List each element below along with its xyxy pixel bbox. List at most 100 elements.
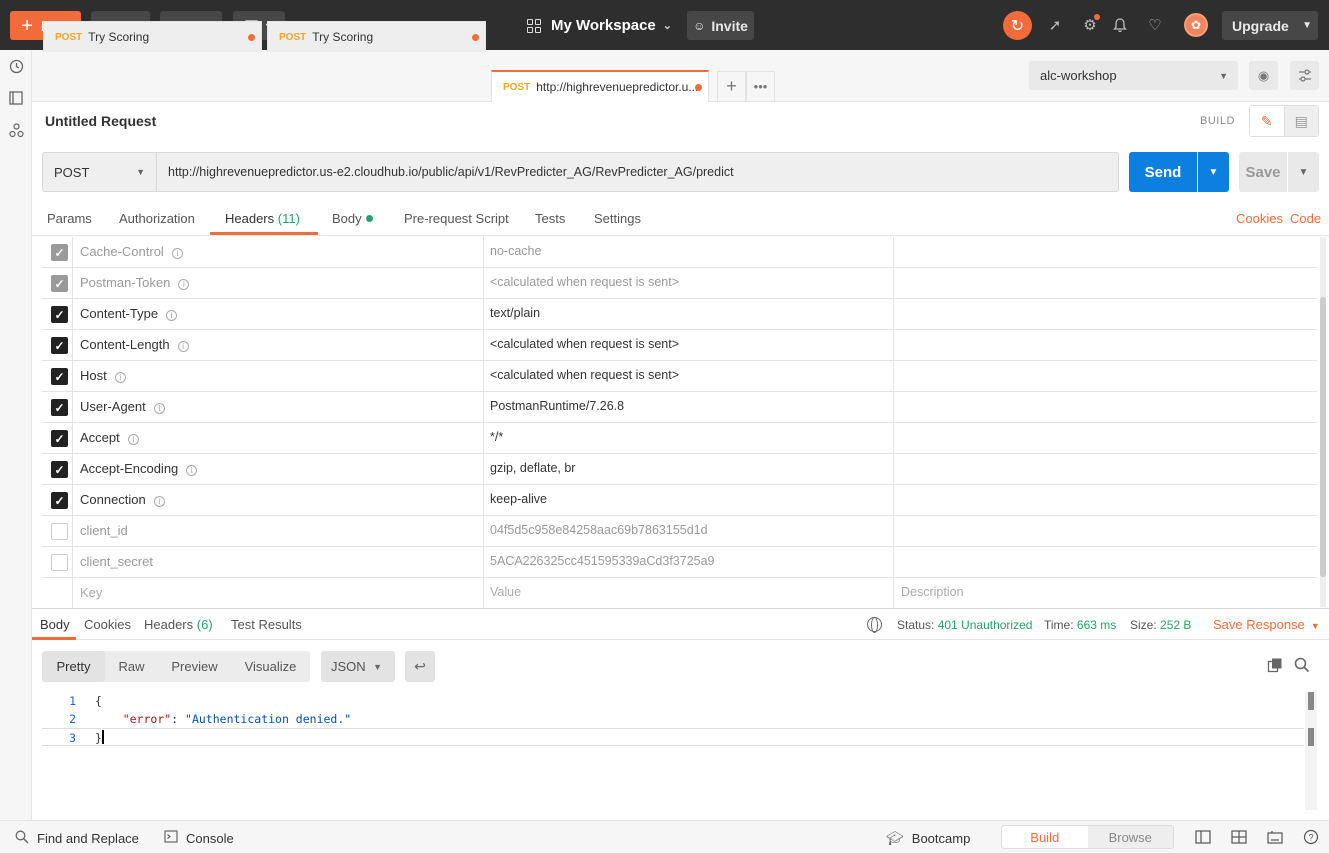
info-icon[interactable]: i — [166, 310, 178, 321]
info-icon[interactable]: i — [178, 279, 190, 290]
format-visualize[interactable]: Visualize — [231, 651, 310, 682]
table-row: ✓ Content-Type i text/plain — [42, 299, 1317, 330]
response-tab-body[interactable]: Body — [40, 617, 70, 632]
wrap-lines-icon[interactable]: ↩ — [405, 651, 435, 682]
info-icon[interactable]: i — [186, 465, 198, 476]
scrollbar[interactable] — [1320, 237, 1326, 607]
heart-icon[interactable]: ♡ — [1145, 15, 1165, 35]
eye-icon[interactable]: ◉ — [1249, 61, 1278, 90]
checkbox[interactable]: ✓ — [51, 461, 68, 478]
search-icon[interactable] — [1294, 657, 1310, 673]
checkbox[interactable]: ✓ — [51, 430, 68, 447]
table-row: ✓ Postman-Token i <calculated when request … — [42, 268, 1317, 299]
active-tab-underline — [32, 637, 76, 640]
info-icon[interactable]: i — [171, 248, 183, 259]
checkbox[interactable]: ✓ — [51, 244, 68, 261]
plus-icon: + — [21, 14, 33, 37]
more-tabs-button[interactable]: ••• — [746, 71, 775, 102]
info-icon[interactable]: i — [153, 403, 165, 414]
interceptor-icon[interactable]: ➚ — [1045, 15, 1065, 35]
build-mode-button[interactable]: Build — [1002, 826, 1088, 848]
response-tab-headers[interactable]: Headers (6) — [144, 617, 213, 632]
info-icon[interactable]: i — [153, 496, 165, 507]
table-row: ✓ User-Agent i PostmanRuntime/7.26.8 — [42, 392, 1317, 423]
method-select[interactable]: POST ▼ — [42, 152, 157, 192]
layout-icon[interactable] — [1231, 829, 1247, 845]
search-icon — [15, 830, 29, 847]
find-replace-button[interactable]: Find and Replace — [15, 830, 139, 847]
globe-icon[interactable] — [867, 617, 882, 633]
tab-params[interactable]: Params — [47, 211, 92, 226]
tab-tests[interactable]: Tests — [535, 211, 565, 226]
request-tab-active[interactable]: POST http://highrevenuepredictor.u... — [491, 70, 709, 102]
url-input[interactable]: http://highrevenuepredictor.us-e2.cloudh… — [157, 152, 1119, 192]
avatar[interactable]: ✿ — [1184, 13, 1208, 37]
scrollbar[interactable] — [1305, 692, 1317, 810]
request-tab[interactable]: POST Try Scoring — [43, 21, 262, 52]
format-preview[interactable]: Preview — [158, 651, 231, 682]
keyboard-icon[interactable] — [1267, 829, 1283, 845]
apis-icon[interactable] — [7, 121, 25, 139]
invite-button[interactable]: ☺ Invite — [687, 11, 754, 40]
status-value[interactable]: 401 Unauthorized — [938, 618, 1033, 632]
environment-select[interactable]: alc-workshop ▼ — [1029, 61, 1238, 90]
table-row: ✓ Cache-Control i no-cache — [42, 237, 1317, 268]
save-button[interactable]: Save — [1239, 152, 1287, 192]
response-tab-cookies[interactable]: Cookies — [84, 617, 131, 632]
tab-settings[interactable]: Settings — [594, 211, 641, 226]
comment-icon[interactable]: ▤ — [1284, 106, 1318, 136]
info-icon[interactable]: i — [114, 372, 126, 383]
table-row: ✓ Content-Length i <calculated when request… — [42, 330, 1317, 361]
workspace-switcher[interactable]: My Workspace ⌄ — [527, 11, 672, 40]
send-button[interactable]: Send — [1129, 152, 1197, 192]
format-raw[interactable]: Raw — [105, 651, 158, 682]
info-icon[interactable]: i — [177, 341, 189, 352]
tab-body[interactable]: Body — [332, 211, 373, 226]
table-row: ✓ Host i <calculated when request is sent> — [42, 361, 1317, 392]
request-tab[interactable]: POST Try Scoring — [267, 21, 486, 52]
save-dropdown-button[interactable]: ▼ — [1288, 152, 1319, 192]
checkbox[interactable] — [51, 523, 68, 540]
help-icon[interactable]: ? — [1303, 829, 1319, 845]
description-input[interactable]: Description — [901, 585, 964, 599]
console-button[interactable]: Console — [164, 830, 234, 846]
time-value[interactable]: 663 ms — [1077, 618, 1116, 632]
size-info: Size: 252 B — [1130, 618, 1192, 632]
upgrade-button[interactable]: Upgrade ▼ — [1222, 11, 1318, 40]
checkbox[interactable]: ✓ — [51, 275, 68, 292]
browse-mode-button[interactable]: Browse — [1088, 826, 1174, 848]
save-response-button[interactable]: Save Response ▼ — [1213, 617, 1320, 632]
chevron-down-icon: ⌄ — [662, 20, 672, 32]
value-input[interactable]: Value — [490, 585, 521, 599]
copy-icon[interactable] — [1267, 657, 1283, 673]
info-icon[interactable]: i — [127, 434, 139, 445]
response-body-editor[interactable]: 1{ 2 "error": "Authentication denied." 3… — [42, 692, 1304, 810]
pencil-icon[interactable]: ✎ — [1250, 106, 1285, 136]
tab-authorization[interactable]: Authorization — [119, 211, 195, 226]
size-value[interactable]: 252 B — [1160, 618, 1191, 632]
tab-prerequest-script[interactable]: Pre-request Script — [404, 211, 509, 226]
checkbox[interactable] — [51, 554, 68, 571]
checkbox[interactable]: ✓ — [51, 337, 68, 354]
code-link[interactable]: Code — [1290, 211, 1321, 226]
request-title[interactable]: Untitled Request — [45, 113, 156, 129]
sliders-icon[interactable] — [1290, 61, 1319, 90]
bootcamp-button[interactable]: 🎓︎ Bootcamp — [886, 830, 970, 847]
collections-icon[interactable] — [7, 89, 25, 107]
response-tab-test-results[interactable]: Test Results — [231, 617, 302, 632]
add-tab-button[interactable]: + — [717, 71, 746, 102]
checkbox[interactable]: ✓ — [51, 368, 68, 385]
history-icon[interactable] — [7, 57, 25, 75]
two-pane-icon[interactable] — [1195, 829, 1211, 845]
cookies-link[interactable]: Cookies — [1236, 211, 1283, 226]
format-pretty[interactable]: Pretty — [42, 651, 105, 682]
checkbox[interactable]: ✓ — [51, 306, 68, 323]
tab-headers[interactable]: Headers (11) — [225, 211, 300, 226]
checkbox[interactable]: ✓ — [51, 492, 68, 509]
key-input[interactable]: Key — [80, 585, 102, 600]
checkbox[interactable]: ✓ — [51, 399, 68, 416]
language-select[interactable]: JSON ▼ — [321, 651, 395, 682]
sync-icon[interactable]: ↻ — [1003, 11, 1032, 40]
send-dropdown-button[interactable]: ▼ — [1198, 152, 1229, 192]
bell-icon[interactable] — [1110, 15, 1130, 35]
